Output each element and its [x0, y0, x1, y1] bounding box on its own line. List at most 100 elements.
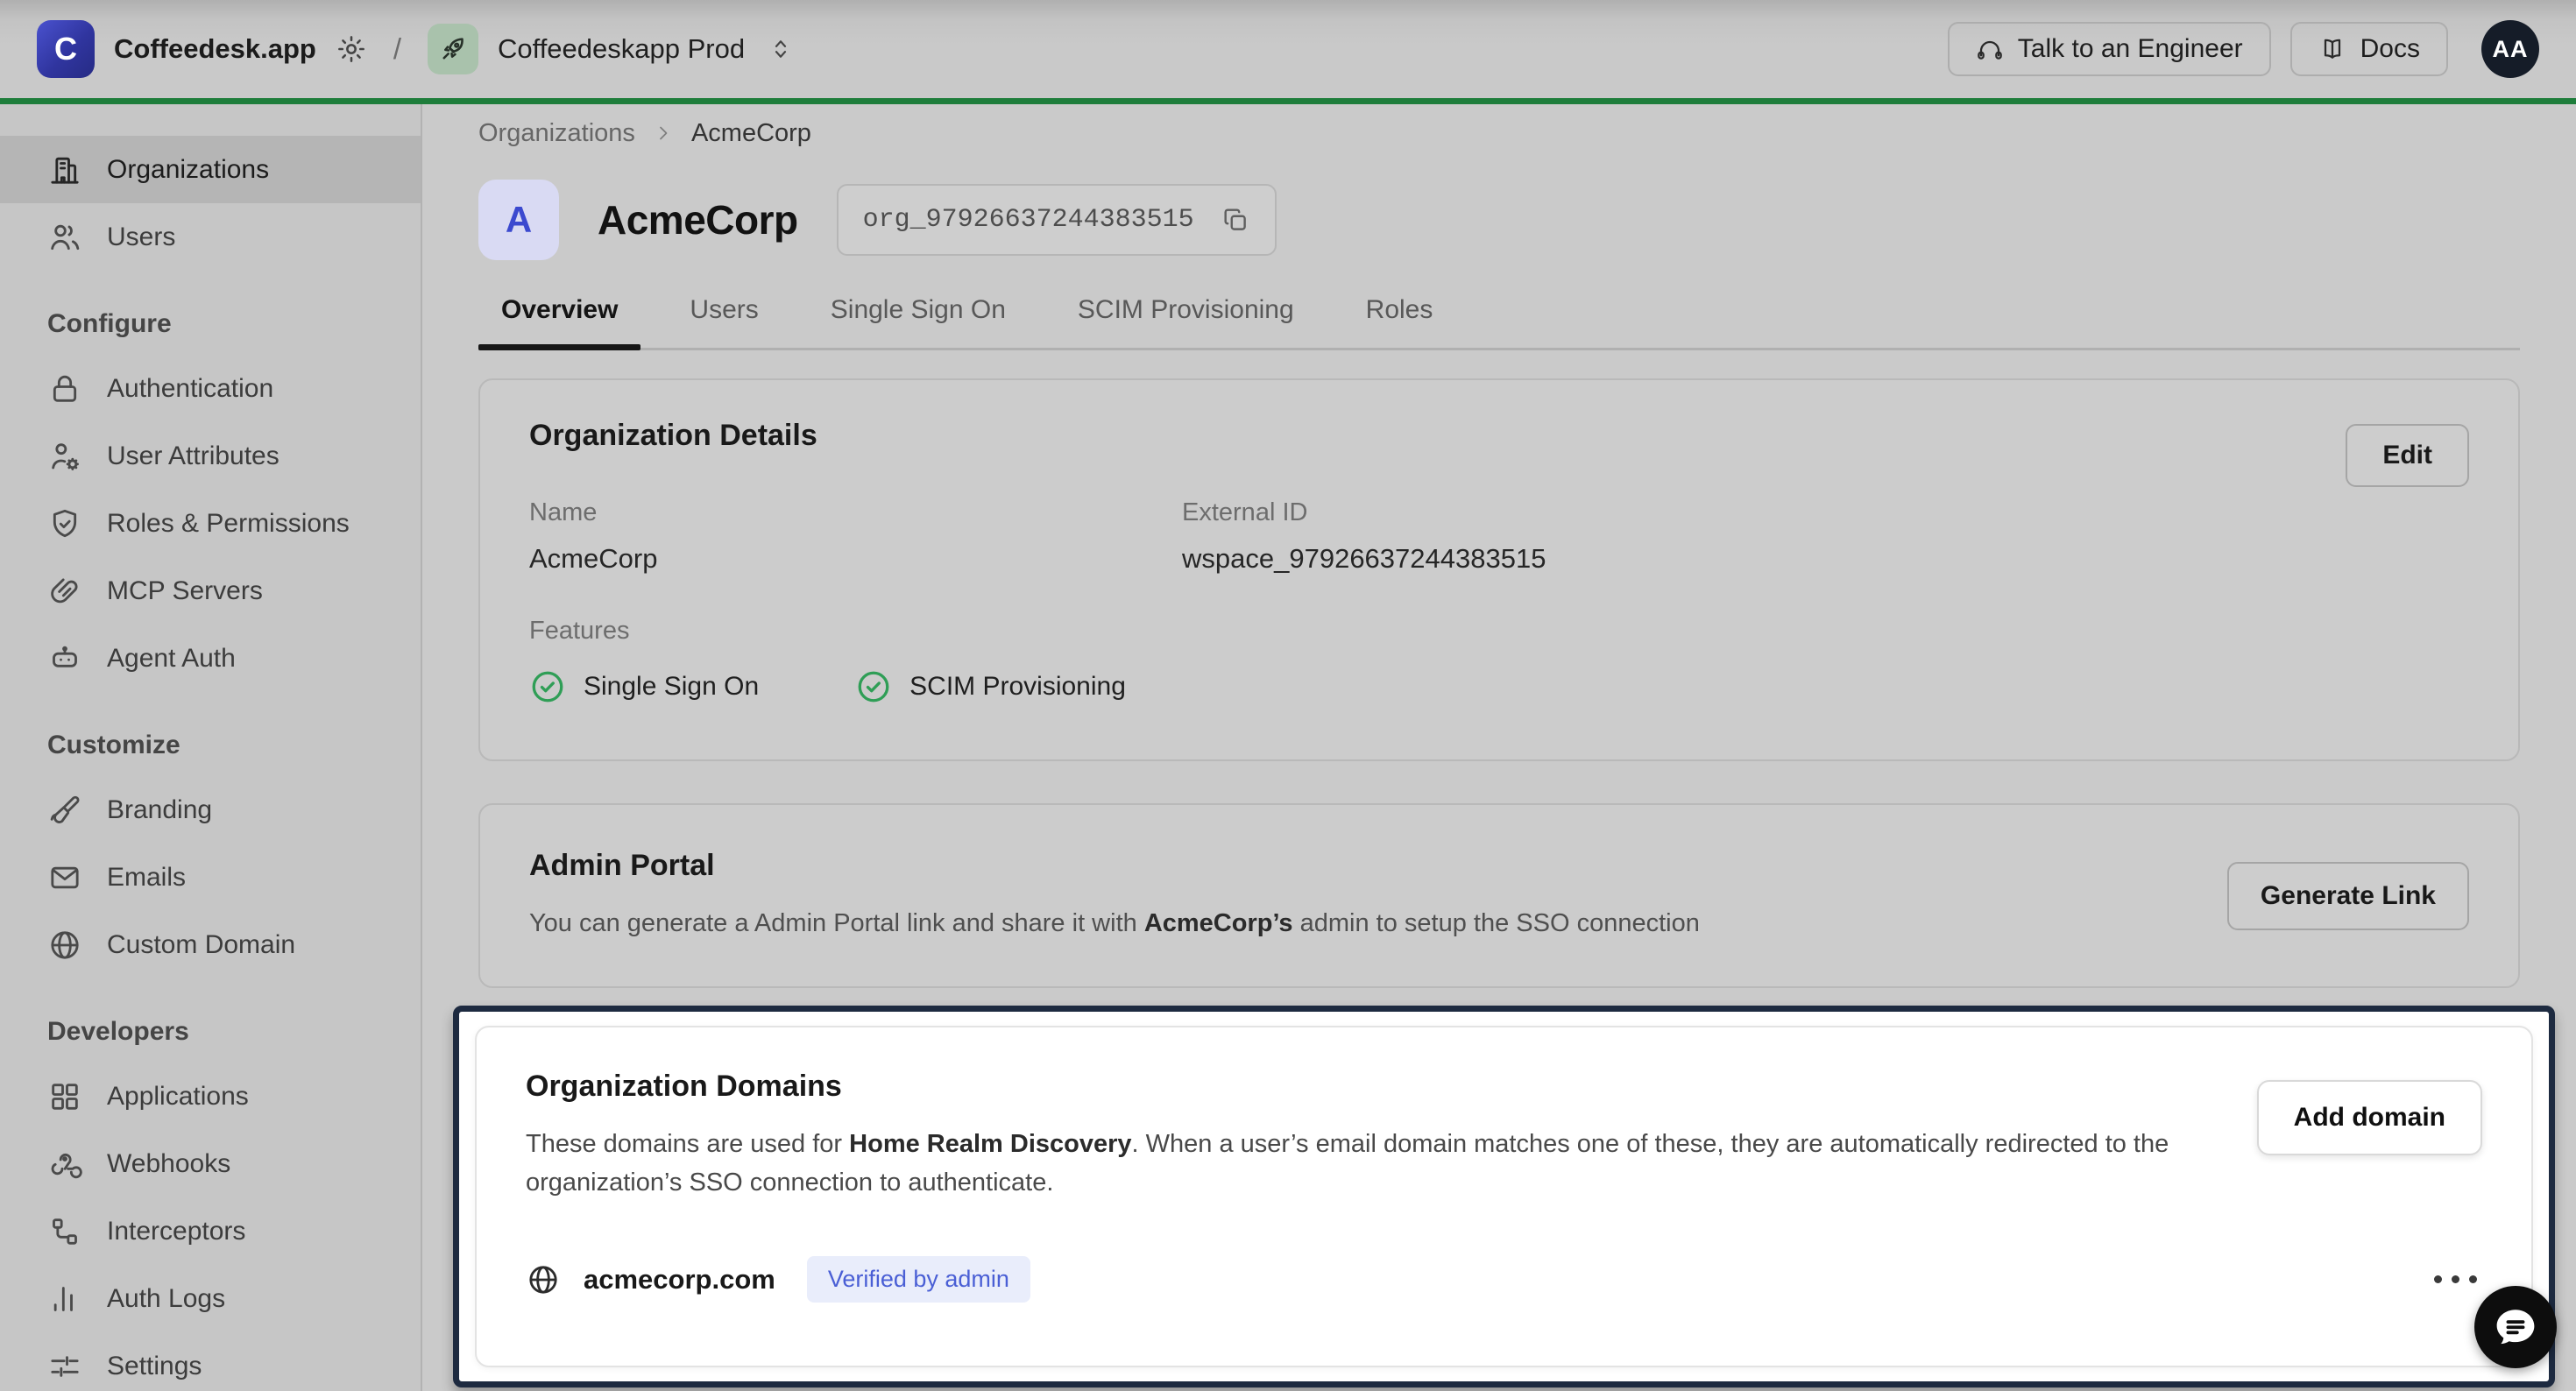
tab-scim-provisioning[interactable]: SCIM Provisioning	[1055, 295, 1317, 348]
mail-icon	[47, 860, 82, 895]
docs-button[interactable]: Docs	[2290, 22, 2448, 76]
copy-icon[interactable]	[1221, 205, 1250, 235]
sidebar-item-applications[interactable]: Applications	[0, 1063, 421, 1130]
field-value: wspace_97926637244383515	[1182, 543, 2469, 575]
organization-domains-highlight: Organization Domains Add domain These do…	[453, 1006, 2555, 1387]
page-header: A AcmeCorp org_97926637244383515	[478, 180, 2520, 260]
domain-name: acmecorp.com	[584, 1264, 775, 1296]
sidebar-item-custom-domain[interactable]: Custom Domain	[0, 911, 421, 978]
sidebar-item-label: Organizations	[107, 155, 269, 185]
talk-to-engineer-button[interactable]: Talk to an Engineer	[1948, 22, 2271, 76]
tab-overview[interactable]: Overview	[478, 295, 640, 348]
sidebar-item-branding[interactable]: Branding	[0, 776, 421, 844]
sidebar-section-customize: Customize	[0, 692, 421, 776]
field-value: AcmeCorp	[529, 543, 1182, 575]
field-label: Name	[529, 498, 1182, 527]
lock-icon	[47, 371, 82, 406]
chat-widget-button[interactable]	[2474, 1286, 2557, 1368]
organization-domains-title: Organization Domains	[526, 1070, 2482, 1104]
ellipsis-icon[interactable]	[2434, 1275, 2482, 1283]
sidebar-item-label: Branding	[107, 795, 212, 825]
sidebar-item-settings[interactable]: Settings	[0, 1332, 421, 1391]
app-logo-letter: C	[54, 31, 77, 67]
add-domain-button[interactable]: Add domain	[2257, 1080, 2482, 1155]
edit-button[interactable]: Edit	[2346, 424, 2469, 487]
paperclip-icon	[47, 574, 82, 609]
sidebar-item-auth-logs[interactable]: Auth Logs	[0, 1265, 421, 1332]
organization-domains-card: Organization Domains Add domain These do…	[475, 1026, 2533, 1367]
tab-single-sign-on[interactable]: Single Sign On	[808, 295, 1029, 348]
organization-details-card: Organization Details Edit Name AcmeCorp …	[478, 378, 2520, 761]
app-root: C Coffeedesk.app / Coffeedeskapp Prod Ta…	[0, 0, 2576, 1391]
check-circle-icon	[855, 668, 892, 705]
tab-roles[interactable]: Roles	[1343, 295, 1456, 348]
sidebar-item-label: Auth Logs	[107, 1284, 225, 1314]
verified-badge: Verified by admin	[807, 1256, 1030, 1303]
sidebar-item-label: Custom Domain	[107, 930, 295, 960]
organization-details-title: Organization Details	[529, 419, 2469, 453]
sidebar-item-label: MCP Servers	[107, 576, 263, 606]
sidebar-item-user-attributes[interactable]: User Attributes	[0, 422, 421, 490]
features-list: Single Sign On SCIM Provisioning	[529, 668, 2469, 705]
tab-bar: Overview Users Single Sign On SCIM Provi…	[478, 295, 2520, 350]
sidebar-item-roles-permissions[interactable]: Roles & Permissions	[0, 490, 421, 557]
breadcrumb-separator: /	[386, 32, 408, 66]
org-avatar: A	[478, 180, 559, 260]
chat-bubble-icon	[2492, 1303, 2539, 1351]
field-external-id: External ID wspace_97926637244383515	[1182, 498, 2469, 575]
sidebar-item-label: Agent Auth	[107, 644, 236, 674]
user-gear-icon	[47, 439, 82, 474]
user-avatar[interactable]: AA	[2481, 20, 2539, 78]
rocket-icon	[437, 33, 469, 65]
admin-portal-title: Admin Portal	[529, 849, 2469, 883]
environment-accent-line	[0, 98, 2576, 104]
sidebar-item-agent-auth[interactable]: Agent Auth	[0, 625, 421, 692]
check-circle-icon	[529, 668, 566, 705]
grid-icon	[47, 1079, 82, 1114]
feature-label: SCIM Provisioning	[909, 672, 1126, 702]
description-bold: AcmeCorp’s	[1144, 909, 1293, 937]
feature-scim-provisioning: SCIM Provisioning	[855, 668, 1126, 705]
sidebar-section-configure: Configure	[0, 271, 421, 355]
sidebar-item-authentication[interactable]: Authentication	[0, 355, 421, 422]
chevrons-up-down-icon[interactable]	[768, 36, 794, 62]
sidebar-item-emails[interactable]: Emails	[0, 844, 421, 911]
sidebar: Organizations Users Configure Authentica…	[0, 104, 422, 1391]
app-name: Coffeedesk.app	[114, 33, 316, 65]
sidebar-item-label: Users	[107, 222, 175, 252]
app-logo: C	[37, 20, 95, 78]
organization-details-fields: Name AcmeCorp External ID wspace_9792663…	[529, 498, 2469, 575]
bar-chart-icon	[47, 1282, 82, 1317]
globe-icon	[47, 928, 82, 963]
sidebar-item-label: Roles & Permissions	[107, 509, 350, 539]
environment-chip	[428, 24, 478, 74]
sidebar-item-label: Applications	[107, 1082, 249, 1112]
organization-domains-description: These domains are used for Home Realm Di…	[526, 1125, 2313, 1202]
breadcrumb-parent[interactable]: Organizations	[478, 119, 635, 148]
gear-icon[interactable]	[336, 33, 367, 65]
globe-icon	[526, 1262, 561, 1297]
webhook-icon	[47, 1147, 82, 1182]
docs-label: Docs	[2360, 34, 2420, 64]
paintbrush-icon	[47, 793, 82, 828]
page-title: AcmeCorp	[598, 196, 798, 244]
generate-link-button[interactable]: Generate Link	[2227, 862, 2469, 930]
description-text: You can generate a Admin Portal link and…	[529, 909, 1144, 937]
feature-single-sign-on: Single Sign On	[529, 668, 759, 705]
sidebar-item-organizations[interactable]: Organizations	[0, 136, 421, 203]
chevron-right-icon	[653, 123, 674, 144]
robot-icon	[47, 641, 82, 676]
admin-portal-card: Admin Portal You can generate a Admin Po…	[478, 803, 2520, 988]
main-content: Organizations AcmeCorp A AcmeCorp org_97…	[422, 104, 2576, 1391]
tab-users[interactable]: Users	[667, 295, 781, 348]
headphones-icon	[1976, 35, 2004, 63]
building-icon	[47, 152, 82, 187]
environment-name: Coffeedeskapp Prod	[498, 33, 745, 65]
shield-check-icon	[47, 506, 82, 541]
feature-label: Single Sign On	[584, 672, 759, 702]
sidebar-item-interceptors[interactable]: Interceptors	[0, 1197, 421, 1265]
talk-to-engineer-label: Talk to an Engineer	[2018, 34, 2243, 64]
sidebar-item-users[interactable]: Users	[0, 203, 421, 271]
sidebar-item-mcp-servers[interactable]: MCP Servers	[0, 557, 421, 625]
sidebar-item-webhooks[interactable]: Webhooks	[0, 1130, 421, 1197]
